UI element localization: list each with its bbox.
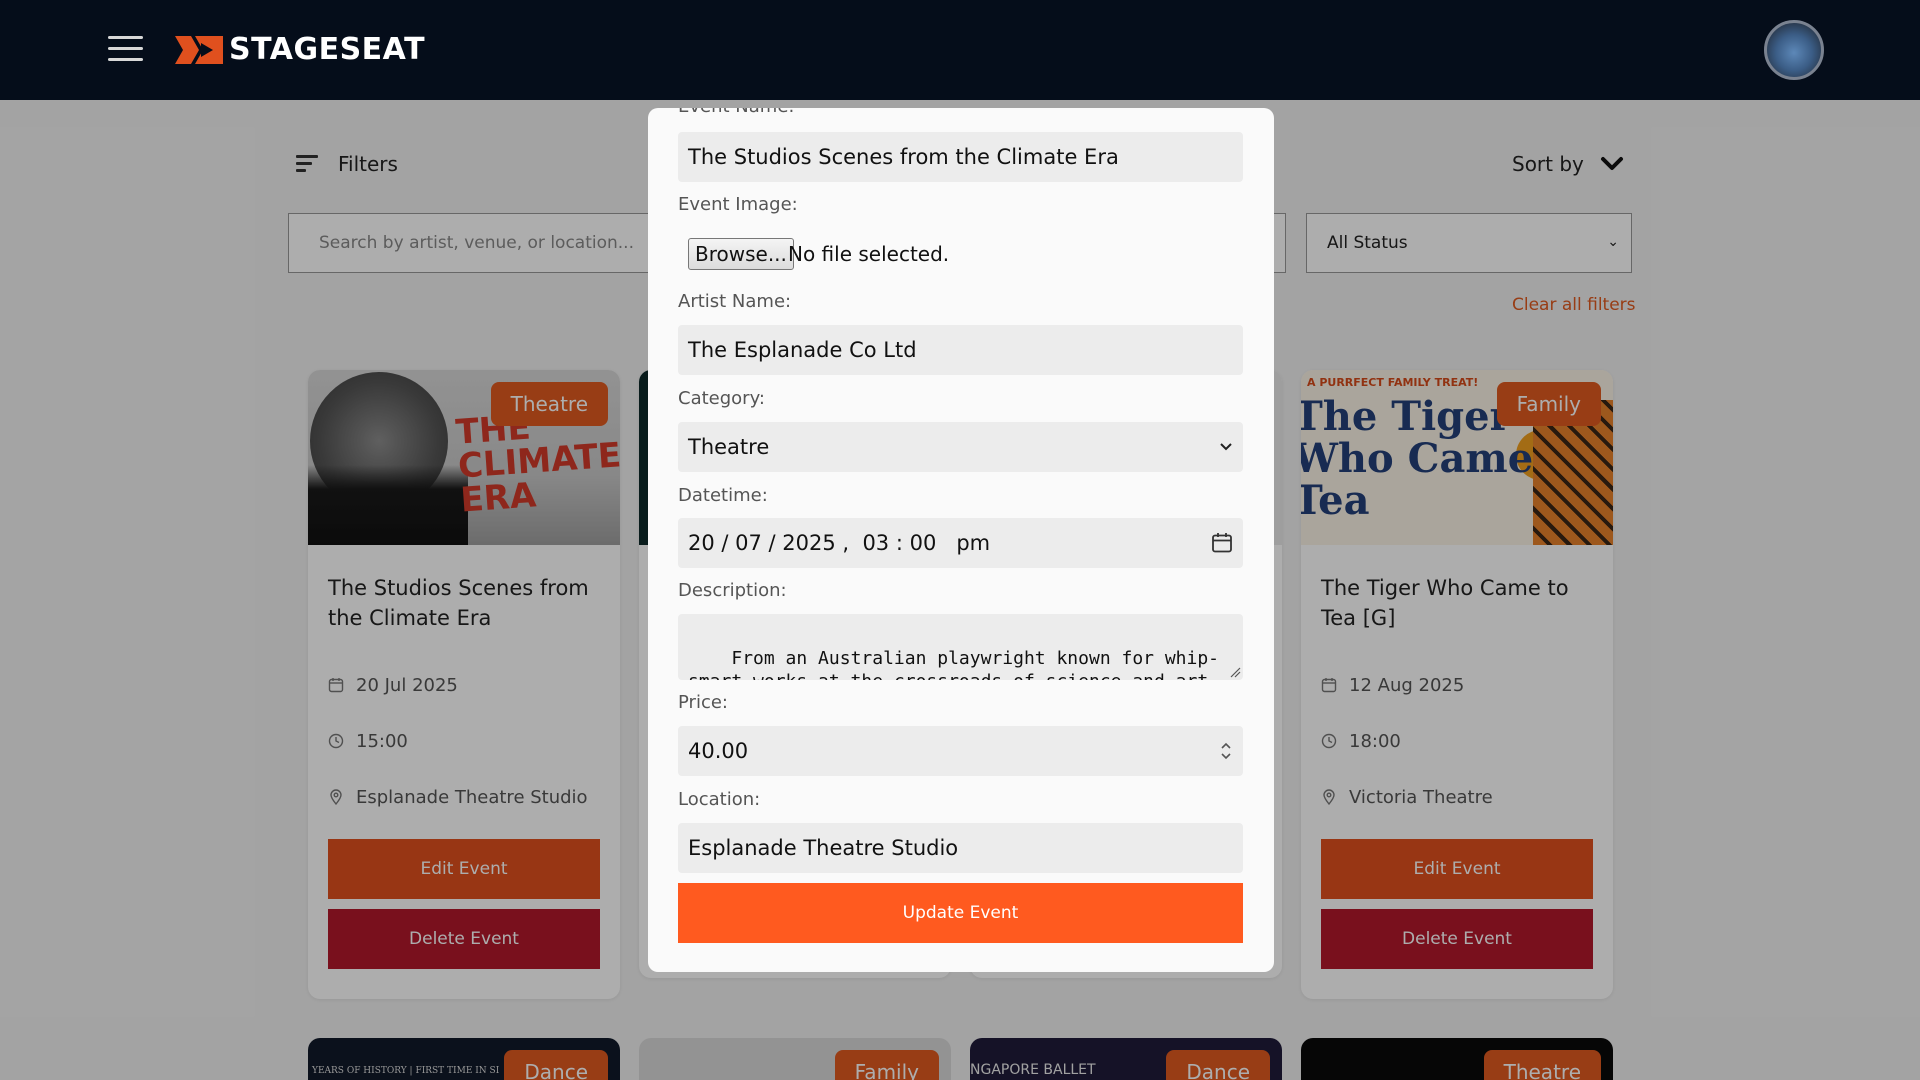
price-value: 40.00 [688, 739, 749, 763]
datetime-value: 20 / 07 / 2025 , 03 : 00 pm [688, 531, 991, 555]
artist-name-value: The Esplanade Co Ltd [688, 338, 917, 362]
datetime-label: Datetime: [678, 485, 768, 506]
top-header: STAGESEAT [0, 0, 1920, 100]
datetime-input[interactable]: 20 / 07 / 2025 , 03 : 00 pm [678, 518, 1243, 568]
event-image-label: Event Image: [678, 194, 798, 215]
description-value: From an Australian playwright known for … [688, 648, 1220, 680]
update-event-button[interactable]: Update Event [678, 883, 1243, 943]
event-name-value: The Studios Scenes from the Climate Era [688, 145, 1119, 169]
calendar-icon[interactable] [1211, 532, 1233, 554]
file-status: No file selected. [788, 242, 950, 266]
description-label: Description: [678, 580, 787, 601]
hamburger-icon[interactable] [108, 36, 143, 64]
browse-button[interactable]: Browse... [688, 238, 794, 270]
chevron-down-icon [1220, 443, 1232, 451]
artist-name-label: Artist Name: [678, 291, 792, 312]
price-input[interactable]: 40.00 [678, 726, 1243, 776]
price-label: Price: [678, 692, 728, 713]
location-value: Esplanade Theatre Studio [688, 836, 959, 860]
event-name-label: Event Name: [678, 108, 794, 117]
user-avatar[interactable] [1764, 20, 1824, 80]
category-value: Theatre [688, 435, 770, 459]
number-spinner-icon[interactable] [1219, 738, 1233, 764]
logo-icon [175, 36, 223, 64]
category-label: Category: [678, 388, 765, 409]
edit-event-modal: Event Name: The Studios Scenes from the … [648, 108, 1274, 972]
event-name-input[interactable]: The Studios Scenes from the Climate Era [678, 132, 1243, 182]
artist-name-input[interactable]: The Esplanade Co Ltd [678, 325, 1243, 375]
category-select[interactable]: Theatre [678, 422, 1243, 472]
description-textarea[interactable]: From an Australian playwright known for … [678, 614, 1243, 680]
brand-name: STAGESEAT [229, 32, 426, 67]
brand-logo[interactable]: STAGESEAT [175, 34, 425, 66]
location-label: Location: [678, 789, 761, 810]
resize-handle-icon[interactable] [1227, 664, 1241, 678]
location-input[interactable]: Esplanade Theatre Studio [678, 823, 1243, 873]
